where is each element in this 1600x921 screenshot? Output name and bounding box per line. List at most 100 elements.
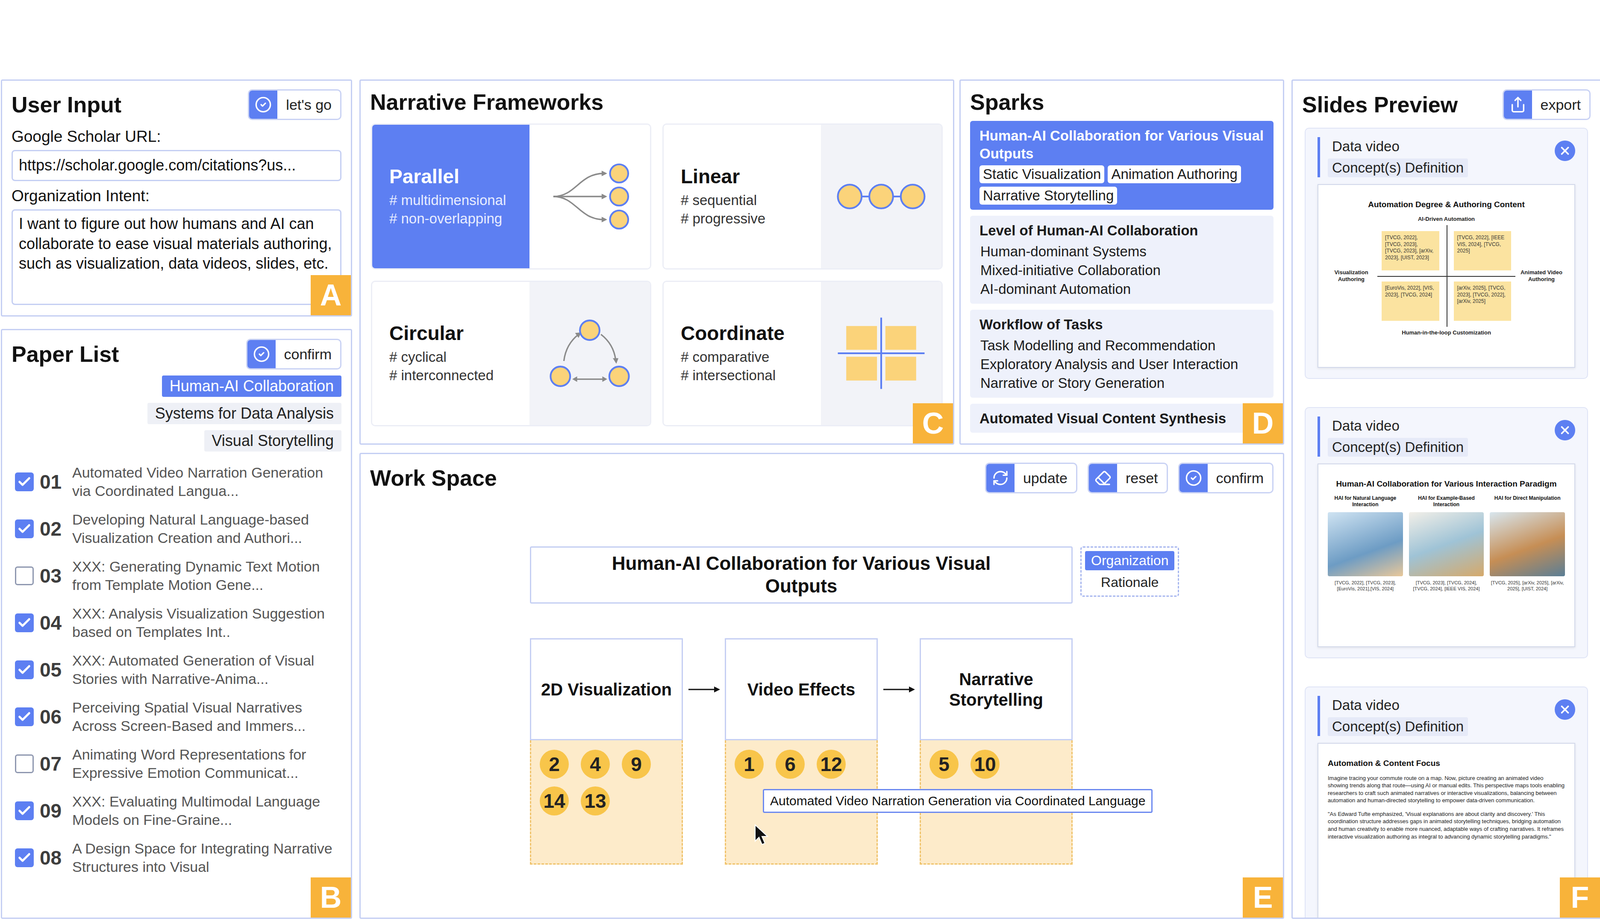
intent-textarea[interactable]: I want to figure out how humans and AI c… [11, 209, 342, 306]
paper-row[interactable]: 03XXX: Generating Dynamic Text Motion fr… [14, 553, 342, 599]
paper-checkbox[interactable] [14, 848, 34, 868]
paper-row[interactable]: 01Automated Video Narration Generation v… [14, 459, 342, 505]
spark-item: Mixed-initiative Collaboration [979, 261, 1265, 280]
slide-preview[interactable]: Automation & Content FocusImagine tracin… [1317, 743, 1576, 918]
workspace-button[interactable]: update [985, 462, 1078, 494]
node-title[interactable]: Narrative Storytelling [919, 638, 1073, 741]
column-refs: [TVCG, 2022], [TVCG, 2023], [EuroVis, 20… [1327, 579, 1403, 593]
topic-tag[interactable]: Human-AI Collaboration [161, 375, 342, 398]
paper-row[interactable]: 05XXX: Automated Generation of Visual St… [14, 647, 342, 693]
slide-header: Data videoConcept(s) Definition [1317, 416, 1576, 457]
root-node[interactable]: Human-AI Collaboration for Various Visua… [529, 546, 1073, 604]
workspace-toolbar: update reset confirm [985, 462, 1274, 494]
section-badge: B [310, 877, 351, 918]
paper-dot[interactable]: 9 [621, 750, 651, 780]
slide-tag: Concept(s) Definition [1327, 158, 1468, 178]
paper-dot[interactable]: 1 [734, 750, 764, 780]
slide-preview[interactable]: Automation Degree & Authoring ContentAI-… [1317, 184, 1576, 368]
arrow [877, 638, 920, 741]
spark-item: Human-dominant Systems [979, 242, 1265, 262]
framework-card[interactable]: Linear# sequential# progressive [662, 123, 943, 270]
paper-row[interactable]: 04XXX: Analysis Visualization Suggestion… [14, 600, 342, 646]
check-circle-icon [247, 340, 276, 369]
input-body: Google Scholar URL:https://scholar.googl… [2, 126, 351, 316]
paper-dot[interactable]: 4 [580, 750, 610, 780]
paper-dot[interactable]: 13 [580, 786, 610, 816]
url-input[interactable]: https://scholar.google.com/citations?us.… [11, 150, 342, 182]
category-node[interactable]: 2D Visualization 249 14 13 [529, 638, 683, 865]
topic-tag[interactable]: Systems for Data Analysis [147, 402, 342, 425]
paper-checkbox[interactable] [14, 566, 34, 586]
framework-card[interactable]: Circular# cyclical# interconnected [370, 280, 652, 427]
paper-number: 01 [39, 470, 67, 494]
organization-tab[interactable]: Organization [1085, 551, 1175, 571]
topic-tag[interactable]: Visual Storytelling [204, 430, 342, 452]
remove-slide-button[interactable] [1554, 420, 1576, 441]
paper-dot[interactable]: 6 [775, 750, 805, 780]
remove-slide-button[interactable] [1554, 140, 1576, 162]
paper-number: 02 [39, 517, 67, 541]
paper-row[interactable]: 08A Design Space for Integrating Narrati… [14, 835, 342, 881]
paper-checkbox[interactable] [14, 754, 34, 774]
spark-group[interactable]: Workflow of TasksTask Modelling and Reco… [970, 309, 1274, 398]
paper-number: 09 [39, 799, 67, 823]
slide-tag: Data video [1327, 416, 1404, 436]
paper-row[interactable]: 07Animating Word Representations for Exp… [14, 741, 342, 787]
check-icon [17, 521, 32, 537]
paper-dot[interactable]: 12 [816, 750, 846, 780]
framework-text: Coordinate# comparative# intersectional [663, 282, 821, 426]
paper-dot[interactable]: 14 [539, 786, 569, 816]
eraser-icon [1088, 464, 1118, 493]
framework-grid: Parallel# multidimensional# non-overlapp… [360, 120, 953, 444]
workspace-button[interactable]: confirm [1178, 462, 1274, 494]
paper-dot[interactable]: 10 [970, 750, 1000, 780]
paper-checkbox[interactable] [14, 707, 34, 727]
spark-item: Exploratory Analysis and User Interactio… [979, 355, 1265, 374]
close-icon [1558, 423, 1572, 437]
check-icon [17, 474, 32, 490]
slide-preview[interactable]: Human-AI Collaboration for Various Inter… [1317, 463, 1576, 648]
paper-row[interactable]: 06Perceiving Spatial Visual Narratives A… [14, 694, 342, 740]
spark-item: Animation Authoring [1107, 165, 1241, 184]
paper-checkbox[interactable] [14, 801, 34, 821]
paper-row[interactable]: 09XXX: Evaluating Multimodal Language Mo… [14, 788, 342, 834]
lets-go-button[interactable]: let's go [247, 89, 342, 121]
panel-title: Paper List [11, 341, 119, 368]
paper-row[interactable]: 02Developing Natural Language-based Visu… [14, 506, 342, 552]
spark-group[interactable]: Automated Visual Content Synthesis [970, 403, 1274, 433]
paper-list-panel: Paper List confirm Human-AI Collaboration S… [0, 329, 353, 920]
spark-items: Static VisualizationAnimation AuthoringN… [979, 165, 1265, 205]
paper-checkbox[interactable] [14, 519, 34, 539]
spark-title: Human-AI Collaboration for Various Visua… [979, 126, 1265, 163]
root-wrap: Human-AI Collaboration for Various Visua… [529, 546, 1073, 604]
category-node[interactable]: Video Effects 16 12 [724, 638, 878, 865]
paper-checkbox[interactable] [14, 660, 34, 680]
remove-slide-button[interactable] [1554, 699, 1576, 721]
framework-card[interactable]: Coordinate# comparative# intersectional [662, 280, 943, 427]
slide-paragraph: "As Edward Tufte emphasized, 'Visual exp… [1327, 810, 1565, 841]
paper-checkbox[interactable] [14, 613, 34, 633]
node-title[interactable]: 2D Visualization [529, 638, 683, 741]
column-image [1489, 512, 1565, 577]
confirm-button[interactable]: confirm [246, 338, 342, 370]
node-title[interactable]: Video Effects [724, 638, 878, 741]
workspace-button[interactable]: reset [1087, 462, 1168, 494]
export-button[interactable]: export [1502, 89, 1592, 121]
spark-item: Narrative Storytelling [979, 186, 1118, 205]
node-row: 2D Visualization 249 14 13 Video Effects 16 12… [529, 638, 1073, 865]
paper-checkbox[interactable] [14, 472, 34, 492]
framework-card[interactable]: Parallel# multidimensional# non-overlapp… [370, 123, 652, 270]
paper-dot[interactable]: 2 [539, 750, 569, 780]
quadrant-cell: [EuroVis, 2022], [VIS, 2023], [TVCG, 202… [1381, 281, 1440, 321]
spark-group[interactable]: Level of Human-AI CollaborationHuman-dom… [970, 215, 1274, 304]
category-node[interactable]: Narrative Storytelling 5 10 [919, 638, 1073, 865]
middle-area: Narrative FrameworksParallel# multidimen… [359, 79, 1285, 920]
slide-tags: Data videoConcept(s) Definition [1317, 416, 1468, 457]
spark-group[interactable]: Human-AI Collaboration for Various Visua… [970, 120, 1274, 210]
organization-tab[interactable]: Rationale [1094, 573, 1165, 593]
spark-item: Narrative or Story Generation [979, 373, 1265, 393]
spark-title: Automated Visual Content Synthesis [979, 409, 1265, 428]
section-badge: A [310, 275, 351, 316]
slide-title: Automation Degree & Authoring Content [1327, 199, 1565, 210]
paper-dot[interactable]: 5 [929, 750, 959, 780]
